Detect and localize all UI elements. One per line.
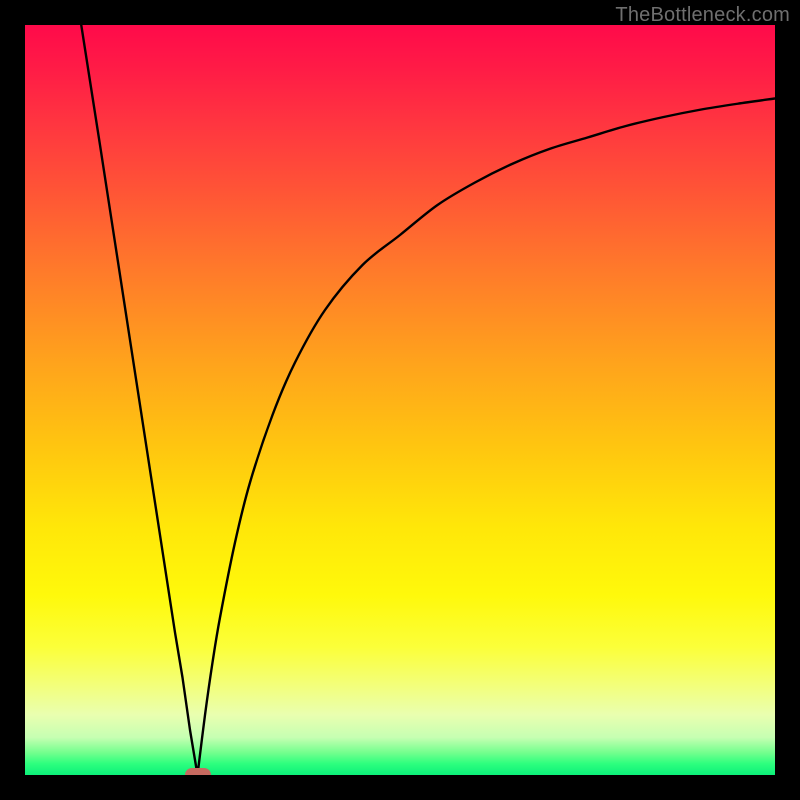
attribution-text: TheBottleneck.com	[615, 4, 790, 27]
plot-area	[25, 25, 775, 775]
chart-frame: TheBottleneck.com	[0, 0, 800, 800]
curve-path	[81, 25, 775, 775]
bottleneck-curve	[25, 25, 775, 775]
optimum-marker	[185, 768, 211, 775]
